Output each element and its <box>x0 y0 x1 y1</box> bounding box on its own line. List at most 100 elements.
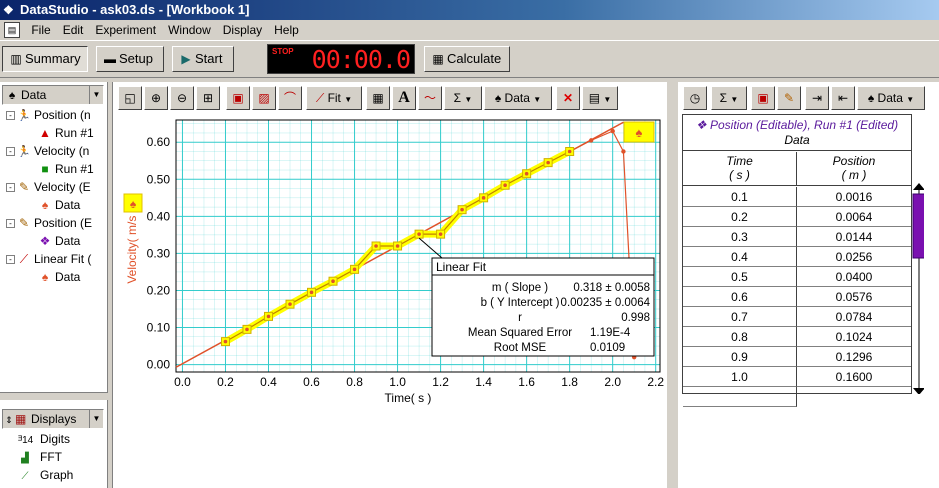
fit-dropdown-button[interactable]: ⟋ Fit ▼ <box>306 86 362 110</box>
document-icon[interactable]: ▤ <box>4 22 20 38</box>
text-annotation-icon[interactable]: A <box>392 86 416 110</box>
graph-settings-dropdown-button[interactable]: ▤ ▼ <box>582 86 618 110</box>
menu-edit[interactable]: Edit <box>57 20 90 40</box>
cell-time[interactable]: 0.9 <box>683 347 797 367</box>
x-tick-label: 1.8 <box>561 375 578 389</box>
menu-experiment[interactable]: Experiment <box>89 20 162 40</box>
menu-display[interactable]: Display <box>217 20 268 40</box>
calculator-icon[interactable]: ▦ <box>366 86 390 110</box>
data-point[interactable] <box>621 149 626 154</box>
display-item[interactable]: ▟ FFT <box>0 448 108 466</box>
runner-icon: 🏃 <box>17 146 31 158</box>
fit-box-row-label: Mean Squared Error <box>468 327 572 339</box>
menu-file[interactable]: File <box>25 20 56 40</box>
summary-button[interactable]: ▥ Summary <box>2 46 88 72</box>
calculate-button[interactable]: ▦ Calculate <box>424 46 510 72</box>
red-triangle-icon: ▲ <box>39 126 51 140</box>
cell-time[interactable]: 0.5 <box>683 267 797 287</box>
data-combo[interactable]: ♠ Data ▼ <box>2 85 104 105</box>
column-header-position[interactable]: Position ( m ) <box>797 152 911 186</box>
tree-item-label: Data <box>55 198 81 212</box>
data-point[interactable] <box>610 128 615 134</box>
tree-item[interactable]: - 🏃 Position (n <box>0 106 108 124</box>
menu-help[interactable]: Help <box>268 20 305 40</box>
cell-position[interactable]: 0.0064 <box>797 207 911 227</box>
cell-position[interactable]: 0.0144 <box>797 227 911 247</box>
start-button[interactable]: ▶ Start <box>172 46 234 72</box>
y-tick-label: 0.50 <box>147 172 171 186</box>
column-header-time[interactable]: Time ( s ) <box>683 152 797 186</box>
velocity-graph[interactable]: 0.0 0.2 0.4 0.6 0.8 1.0 1.2 1.4 1.6 1.8 2.0 2.2 0.00… <box>112 112 667 412</box>
zoom-out-icon[interactable]: ⊖ <box>170 86 194 110</box>
pane-splitter[interactable] <box>0 392 108 400</box>
scroll-up-arrow-icon[interactable] <box>913 183 924 190</box>
calculator-icon: ▦ <box>432 52 444 66</box>
cell-time[interactable]: 0.2 <box>683 207 797 227</box>
scroll-down-arrow-icon[interactable] <box>913 388 924 394</box>
displays-combo[interactable]: ⇕ ▦ Displays ▼ <box>2 409 104 429</box>
data-select-icon[interactable]: ▣ <box>226 86 250 110</box>
table-title: ❖ Position (Editable), Run #1 (Edited) <box>683 118 911 133</box>
statistics-dropdown-button[interactable]: Σ ▼ <box>444 86 482 110</box>
tree-item[interactable]: ▲ Run #1 <box>0 124 108 142</box>
collapse-icon[interactable]: - <box>6 111 15 121</box>
edit-pencil-icon[interactable]: ✎ <box>777 86 801 110</box>
cell-time[interactable]: 0.7 <box>683 307 797 327</box>
display-item[interactable]: ᴲ14 Digits <box>0 430 108 448</box>
fit-box-row-label: Root MSE <box>494 342 547 354</box>
scale-to-fit-icon[interactable]: ◱ <box>118 86 142 110</box>
tree-item[interactable]: - ⟋ Linear Fit ( <box>0 250 108 268</box>
tree-item[interactable]: - ✎ Position (E <box>0 214 108 232</box>
statistics-dropdown-button[interactable]: Σ ▼ <box>711 86 747 110</box>
cell-position[interactable]: 0.1296 <box>797 347 911 367</box>
annotation-icon[interactable]: ▨ <box>252 86 276 110</box>
scroll-thumb[interactable] <box>912 193 924 259</box>
cell-time[interactable]: 0.3 <box>683 227 797 247</box>
cell-position[interactable]: 0.1024 <box>797 327 911 347</box>
table-data-dropdown-button[interactable]: ♠ Data ▼ <box>857 86 925 110</box>
cell-position[interactable]: 0.0576 <box>797 287 911 307</box>
collapse-icon[interactable]: - <box>6 219 15 229</box>
cell-time[interactable]: 1.0 <box>683 367 797 387</box>
y-tick-label: 0.00 <box>147 358 171 372</box>
tree-item[interactable]: - ✎ Velocity (E <box>0 178 108 196</box>
y-tick-label: 0.20 <box>147 283 171 297</box>
data-point[interactable] <box>588 138 594 143</box>
data-select-icon[interactable]: ▣ <box>751 86 775 110</box>
zoom-in-icon[interactable]: ⊕ <box>144 86 168 110</box>
data-dropdown-button[interactable]: ♠ Data ▼ <box>484 86 552 110</box>
tree-item[interactable]: ♠ Data <box>0 196 108 214</box>
cell-time[interactable]: 0.1 <box>683 187 797 207</box>
collapse-icon[interactable]: - <box>6 147 15 157</box>
menu-window[interactable]: Window <box>162 20 217 40</box>
tree-item[interactable]: ■ Run #1 <box>0 160 108 178</box>
chevron-down-icon[interactable]: ▼ <box>89 410 103 428</box>
cell-position[interactable]: 0.1600 <box>797 367 911 387</box>
cell-time[interactable]: 0.8 <box>683 327 797 347</box>
slope-tool-icon[interactable]: ⌒ <box>278 86 302 110</box>
cell-time[interactable]: 0.6 <box>683 287 797 307</box>
tree-item[interactable]: ♠ Data <box>0 268 108 286</box>
display-item-label: Graph <box>40 468 74 482</box>
cell-position[interactable]: 0.0400 <box>797 267 911 287</box>
table-scrollbar[interactable] <box>912 182 924 394</box>
zoom-select-icon[interactable]: ⊞ <box>196 86 220 110</box>
cell-position[interactable]: 0.0784 <box>797 307 911 327</box>
chevron-down-icon[interactable]: ▼ <box>89 86 103 104</box>
insert-row-icon[interactable]: ⇥ <box>805 86 829 110</box>
clock-icon[interactable]: ◷ <box>683 86 707 110</box>
smart-tool-icon[interactable]: 〜 <box>418 86 442 110</box>
append-row-icon[interactable]: ⇤ <box>831 86 855 110</box>
cell-position[interactable]: 0.0256 <box>797 247 911 267</box>
x-tick-label: 0.4 <box>260 375 277 389</box>
delete-icon[interactable]: ✕ <box>556 86 580 110</box>
tree-item[interactable]: ❖ Data <box>0 232 108 250</box>
collapse-icon[interactable]: - <box>6 183 15 193</box>
tree-item[interactable]: - 🏃 Velocity (n <box>0 142 108 160</box>
display-item[interactable]: ⟋ Graph <box>0 466 108 484</box>
collapse-icon[interactable]: - <box>6 255 15 265</box>
cell-empty[interactable] <box>683 387 797 407</box>
setup-button[interactable]: ▬ Setup <box>96 46 164 72</box>
cell-time[interactable]: 0.4 <box>683 247 797 267</box>
cell-position[interactable]: 0.0016 <box>797 187 911 207</box>
